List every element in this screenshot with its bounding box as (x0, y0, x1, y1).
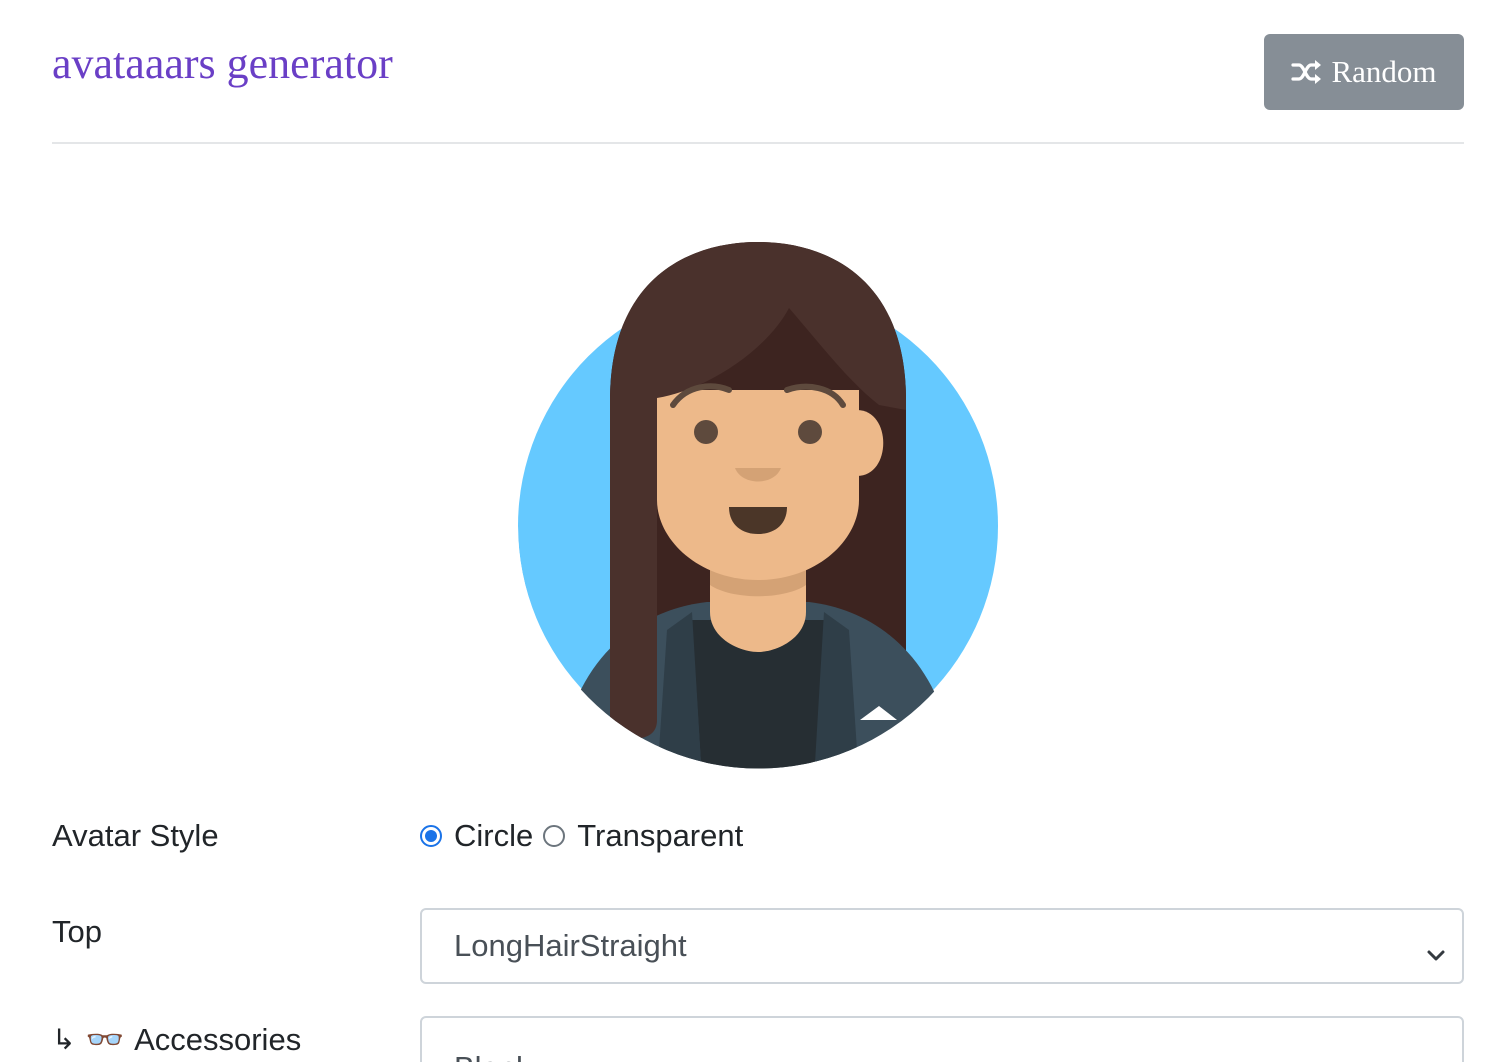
glasses-icon: 👓 (85, 1022, 125, 1057)
accessories-select[interactable]: Blank (420, 1016, 1464, 1062)
top-select-value: LongHairStraight (454, 928, 687, 963)
accessories-label: ↳ 👓 Accessories (52, 1020, 301, 1060)
face (657, 390, 859, 580)
accessories-select-value: Blank (454, 1050, 532, 1062)
left-eye (694, 420, 718, 444)
circle-radio[interactable] (420, 825, 442, 847)
accessories-label-text: Accessories (134, 1022, 302, 1057)
top-label: Top (52, 914, 102, 949)
transparent-radio-label[interactable]: Transparent (577, 818, 743, 854)
transparent-radio[interactable] (543, 825, 566, 847)
shuffle-icon (1291, 59, 1323, 85)
avatar-preview (517, 240, 999, 770)
app-title: avataaars generator (52, 39, 393, 88)
sub-item-arrow-icon: ↳ (52, 1023, 76, 1056)
top-select[interactable]: LongHairStraight (420, 908, 1464, 984)
random-button[interactable]: Random (1264, 34, 1464, 110)
avatar-style-radio-group: Circle Transparent (420, 816, 753, 856)
right-eye (798, 420, 822, 444)
chevron-down-icon (1426, 937, 1446, 973)
page: avataaars generator Random Avatar Style … (0, 0, 1500, 1062)
header-divider (52, 142, 1464, 144)
random-button-label: Random (1331, 54, 1437, 89)
avatar-style-label: Avatar Style (52, 818, 219, 853)
circle-radio-label[interactable]: Circle (454, 818, 533, 854)
